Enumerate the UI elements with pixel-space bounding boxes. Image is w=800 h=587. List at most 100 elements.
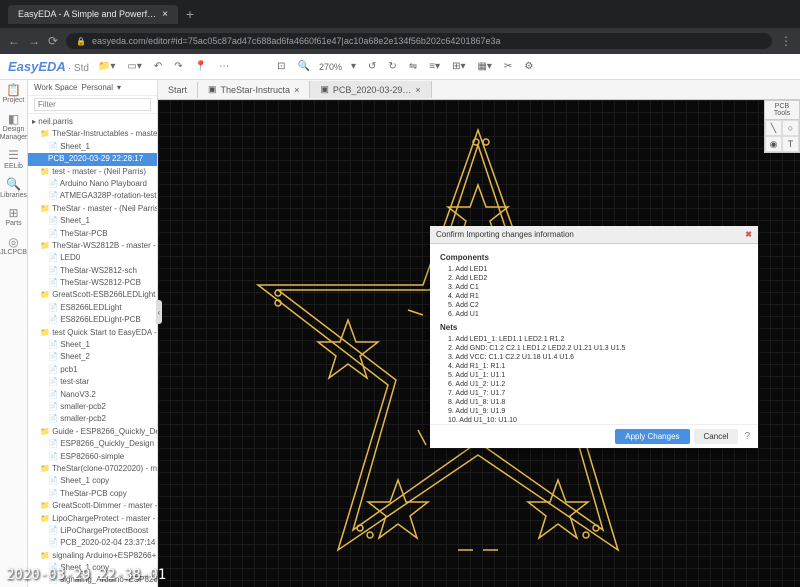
tree-item[interactable]: 📁 LipoChargeProtect - master - (Nei xyxy=(28,513,157,525)
tree-item[interactable]: 📁 test Quick Start to EasyEDA - mas xyxy=(28,327,157,339)
zoom-icon[interactable]: 🔍 xyxy=(295,61,313,72)
tree-item[interactable]: 📄 NanoV3.2 xyxy=(28,389,157,401)
tree-item[interactable]: 📄 Sheet_1 xyxy=(28,339,157,351)
tree-item[interactable]: 📄 LiPoChargeProtectBoost xyxy=(28,525,157,537)
share-icon[interactable]: ✂ xyxy=(501,61,515,72)
help-icon[interactable]: ? xyxy=(742,429,752,444)
rail-eelib[interactable]: ☰EELib xyxy=(4,149,23,170)
rail-jlcpcb[interactable]: ◎JLCPCB xyxy=(0,236,27,257)
distribute-icon[interactable]: ⊞▾ xyxy=(449,61,468,72)
zoom-value[interactable]: 270% xyxy=(319,62,342,72)
tree-item[interactable]: PCB_2020-03-29 22:28:17 xyxy=(28,153,157,165)
tree-user[interactable]: ▸ neil.parris xyxy=(28,116,157,128)
tree-item[interactable]: 📄 ES8266LEDLight xyxy=(28,302,157,314)
file-menu-icon[interactable]: 📁▾ xyxy=(95,61,118,72)
tree-item[interactable]: 📄 TheStar-WS2812-sch xyxy=(28,265,157,277)
align-icon[interactable]: ≡▾ xyxy=(426,61,443,72)
logo: EasyEDA· Std xyxy=(8,58,89,76)
tree-item[interactable]: 📁 GreatScott-ESB266LEDLight - mas xyxy=(28,289,157,301)
tree-item[interactable]: 📄 smaller-pcb2 xyxy=(28,401,157,413)
tree-item[interactable]: 📄 PCB_2020-02-04 23:37:14 xyxy=(28,537,157,549)
tree-item[interactable]: 📁 signaling Arduino+ESP8266+SIM8 xyxy=(28,550,157,562)
close-icon[interactable]: × xyxy=(294,85,299,95)
tree-item[interactable]: 📄 TheStar-WS2812-PCB xyxy=(28,277,157,289)
tree-item[interactable]: 📄 Arduino Nano Playboard xyxy=(28,178,157,190)
tree-item[interactable]: 📄 test-star xyxy=(28,376,157,388)
tree-item[interactable]: 📁 TheStar-WS2812B - master - (N xyxy=(28,240,157,252)
reload-icon[interactable]: ⟳ xyxy=(48,34,58,48)
tab-title: EasyEDA - A Simple and Powerf… xyxy=(18,9,156,19)
document-tabs: Start▣ TheStar-Instructa ×▣ PCB_2020-03-… xyxy=(158,80,800,100)
components-heading: Components xyxy=(440,253,748,262)
forward-icon[interactable]: → xyxy=(28,34,40,48)
tool-via[interactable]: ◉ xyxy=(765,136,782,152)
tree-item[interactable]: 📄 TheStar-PCB xyxy=(28,228,157,240)
net-item: 5. Add U1_1: U1.1 xyxy=(440,371,748,380)
settings-icon[interactable]: ⚙ xyxy=(521,61,536,72)
back-icon[interactable]: ← xyxy=(8,34,20,48)
net-item: 10. Add U1_10: U1.10 xyxy=(440,416,748,424)
net-item: 8. Add U1_8: U1.8 xyxy=(440,398,748,407)
rail-design-manager[interactable]: ◧Design Manager xyxy=(0,113,27,142)
lock-icon: 🔒 xyxy=(76,37,86,46)
tree-item[interactable]: 📄 ATMEGA328P-rotation-test xyxy=(28,190,157,202)
tree-item[interactable]: 📄 pcb1 xyxy=(28,364,157,376)
document-tab[interactable]: Start xyxy=(158,82,198,98)
tree-item[interactable]: 📁 TheStar - master - (Neil Parris) xyxy=(28,203,157,215)
document-tab[interactable]: ▣ TheStar-Instructa × xyxy=(198,81,310,98)
rail-libraries[interactable]: 🔍Libraries xyxy=(0,178,27,199)
apply-changes-button[interactable]: Apply Changes xyxy=(615,429,689,444)
menu-icon[interactable]: ⋮ xyxy=(780,34,792,48)
rail-parts[interactable]: ⊞Parts xyxy=(5,207,21,228)
tree-item[interactable]: 📄 LED0 xyxy=(28,252,157,264)
nets-heading: Nets xyxy=(440,323,748,332)
sidebar-collapse-handle[interactable]: ‹ xyxy=(156,300,162,324)
tree-item[interactable]: 📁 GreatScott-Dimmer - master - (Ne xyxy=(28,500,157,512)
tree-item[interactable]: 📄 Sheet_1 xyxy=(28,141,157,153)
pin-icon[interactable]: 📍 xyxy=(192,61,210,72)
tree-item[interactable]: 📄 smaller-pcb2 xyxy=(28,413,157,425)
tree-item[interactable]: 📄 TheStar-PCB copy xyxy=(28,488,157,500)
tree-item[interactable]: 📄 ESP82660-simple xyxy=(28,451,157,463)
tool-pad[interactable]: ○ xyxy=(782,120,799,136)
net-item: 9. Add U1_9: U1.9 xyxy=(440,407,748,416)
more-icon[interactable]: ⋯ xyxy=(216,61,232,72)
dialog-close-icon[interactable]: ✖ xyxy=(745,230,752,239)
tree-item[interactable]: 📁 test - master - (Neil Parris) xyxy=(28,166,157,178)
close-icon[interactable]: × xyxy=(415,85,420,95)
chevron-down-icon[interactable]: ▾ xyxy=(348,61,359,72)
flip-h-icon[interactable]: ⇋ xyxy=(406,61,420,72)
tree-item[interactable]: 📄 Sheet_1 xyxy=(28,215,157,227)
tree-item[interactable]: 📄 ESP8266_Quickly_Design xyxy=(28,438,157,450)
cancel-button[interactable]: Cancel xyxy=(694,429,739,444)
rotate-left-icon[interactable]: ↺ xyxy=(365,61,379,72)
document-tab[interactable]: ▣ PCB_2020-03-29… × xyxy=(310,81,431,98)
filter-input[interactable] xyxy=(34,98,151,111)
dialog-title: Confirm Importing changes information xyxy=(436,230,574,239)
undo-icon[interactable]: ↶ xyxy=(151,61,165,72)
component-item: 5. Add C2 xyxy=(440,301,748,310)
rotate-right-icon[interactable]: ↻ xyxy=(385,61,399,72)
redo-icon[interactable]: ↷ xyxy=(171,61,185,72)
zoom-fit-icon[interactable]: ⊡ xyxy=(274,61,288,72)
left-rail: 📋Project ◧Design Manager ☰EELib 🔍Librari… xyxy=(0,80,28,587)
tree-item[interactable]: 📁 TheStar(clone-07022020) - master xyxy=(28,463,157,475)
tree-item[interactable]: 📄 ES8266LEDLight-PCB xyxy=(28,314,157,326)
new-tab-button[interactable]: + xyxy=(186,6,194,22)
tree-item[interactable]: 📁 TheStar-Instructables - master - (N xyxy=(28,128,157,140)
workspace-scope[interactable]: Personal xyxy=(81,83,113,92)
tree-item[interactable]: 📄 Sheet_2 xyxy=(28,351,157,363)
pcb-tools-title: PCB Tools xyxy=(765,101,799,120)
tree-item[interactable]: 📄 Sheet_1 copy xyxy=(28,475,157,487)
tool-track[interactable]: ╲ xyxy=(765,120,782,136)
tool-text[interactable]: T xyxy=(782,136,799,152)
component-item: 1. Add LED1 xyxy=(440,265,748,274)
layer-icon[interactable]: ▦▾ xyxy=(474,61,494,72)
rail-project[interactable]: 📋Project xyxy=(3,84,25,105)
tab-close-icon[interactable]: × xyxy=(162,9,168,20)
folder-icon[interactable]: ▭▾ xyxy=(124,61,144,72)
net-item: 2. Add GND: C1.2 C2.1 LED1.2 LED2.2 U1.2… xyxy=(440,344,748,353)
tree-item[interactable]: 📁 Guide - ESP8266_Quickly_Design xyxy=(28,426,157,438)
browser-tab[interactable]: EasyEDA - A Simple and Powerf… × xyxy=(8,5,178,24)
url-input[interactable]: 🔒 easyeda.com/editor#id=75ac05c87ad47c68… xyxy=(66,33,772,49)
